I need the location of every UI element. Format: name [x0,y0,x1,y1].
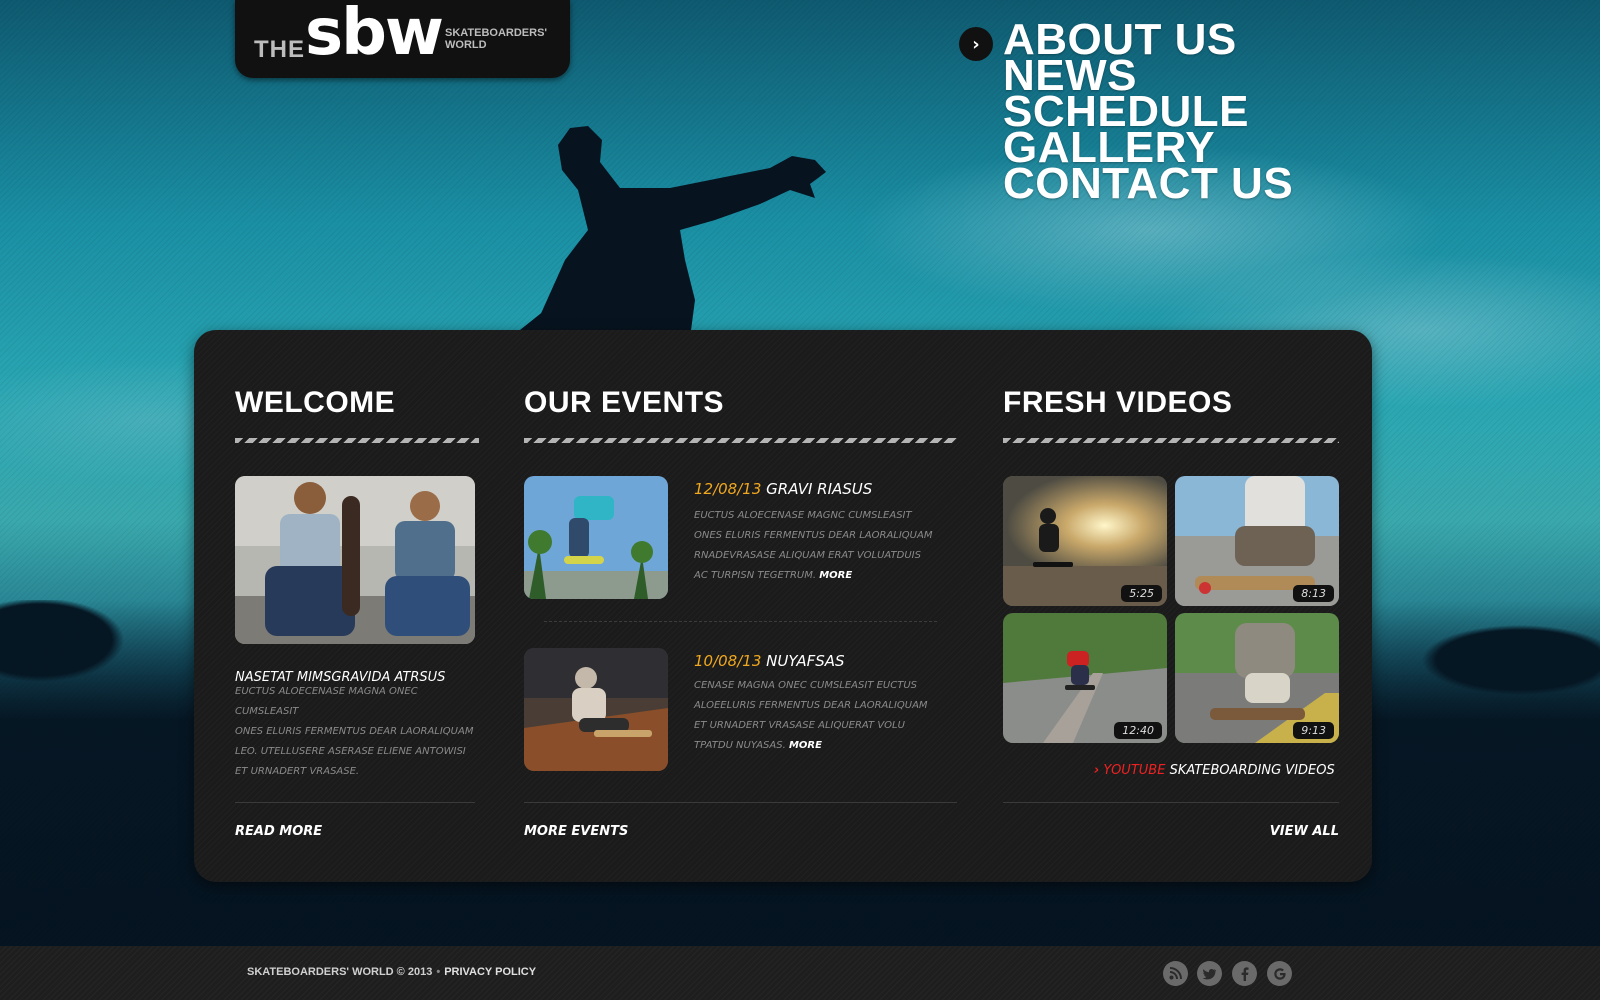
welcome-photo [235,476,475,644]
event-2-text-line: TPATDU NUYASAS. MORE [694,736,954,756]
youtube-label: YOUTUBE [1103,763,1166,778]
event-2-image[interactable] [524,648,668,771]
welcome-title: WELCOME [235,386,396,419]
welcome-text-line: EUCTUS ALOECENASE MAGNA ONEC CUMSLEASIT [235,686,418,717]
video-thumb-2[interactable]: 8:13 [1175,476,1339,606]
event-2-more-link[interactable]: MORE [789,740,822,751]
events-stripe-divider [524,438,957,443]
twitter-icon[interactable] [1197,961,1222,986]
event-1-image[interactable] [524,476,668,599]
videos-stripe-divider [1003,438,1339,443]
welcome-divider [235,802,475,803]
event-2-photo [524,648,668,771]
chevron-right-icon: › [959,27,993,61]
event-1-text: EUCTUS ALOECENASE MAGNC CUMSLEASIT ONES … [694,506,954,586]
video-thumb-1[interactable]: 5:25 [1003,476,1167,606]
event-2-name: NUYAFSAS [766,652,845,670]
event-1-more-link[interactable]: MORE [819,570,852,581]
more-events-link[interactable]: MORE EVENTS [524,824,628,839]
event-2-title[interactable]: 10/08/13 NUYAFSAS [694,652,845,670]
nav-item-contact-us[interactable]: CONTACT US [1003,162,1293,206]
welcome-text: EUCTUS ALOECENASE MAGNA ONEC CUMSLEASIT … [235,682,480,782]
event-1-text-line: EUCTUS ALOECENASE MAGNC CUMSLEASIT [694,510,912,521]
video-duration: 5:25 [1121,585,1162,602]
videos-title: FRESH VIDEOS [1003,386,1233,419]
event-2-date: 10/08/13 [694,652,762,670]
video-duration: 12:40 [1114,722,1162,739]
event-1-text-last: AC TURPISN TEGETRUM. [694,570,817,581]
event-1-name: GRAVI RIASUS [766,480,873,498]
footer-separator: • [436,966,441,978]
event-separator [544,621,937,622]
event-1-text-line: ONES ELURIS FERMENTUS DEAR LAORALIQUAM [694,530,933,541]
video-duration: 9:13 [1293,722,1334,739]
content-panel: WELCOME NASETAT MIMSGRAVIDA ATRSUS EUCTU… [194,330,1372,882]
privacy-policy-link[interactable]: PRIVACY POLICY [444,966,536,978]
logo-tagline-line1: SKATEBOARDERS' [445,27,548,39]
welcome-image[interactable] [235,476,475,644]
copyright-text: SKATEBOARDERS' WORLD © 2013 [247,966,433,978]
event-2-text-line: CENASE MAGNA ONEC CUMSLEASIT EUCTUS [694,680,918,691]
youtube-link-text: SKATEBOARDING VIDEOS [1169,763,1335,778]
logo-sbw: sbw [305,0,444,70]
footer: SKATEBOARDERS' WORLD © 2013 • PRIVACY POLI… [0,946,1600,1000]
welcome-text-line: ONES ELURIS FERMENTUS DEAR LAORALIQUAM [235,726,474,737]
youtube-link[interactable]: › YOUTUBE SKATEBOARDING VIDEOS [1094,763,1335,778]
videos-divider [1003,802,1339,803]
site-logo[interactable]: THE sbw SKATEBOARDERS' WORLD [235,0,570,78]
welcome-text-line: ET URNADERT VRASASE. [235,766,360,777]
event-1-title[interactable]: 12/08/13 GRAVI RIASUS [694,480,872,498]
view-all-link[interactable]: VIEW ALL [1270,824,1339,839]
event-1-text-line: AC TURPISN TEGETRUM. MORE [694,566,954,586]
event-2-text-last: TPATDU NUYASAS. [694,740,786,751]
welcome-text-line: LEO. UTELLUSERE ASERASE ELIENE ANTOWISI [235,746,466,757]
events-divider [524,802,957,803]
event-1-date: 12/08/13 [694,480,762,498]
welcome-stripe-divider [235,438,479,443]
logo-tagline-line2: WORLD [445,39,487,51]
video-duration: 8:13 [1293,585,1334,602]
facebook-icon[interactable] [1232,961,1257,986]
read-more-link[interactable]: READ MORE [235,824,322,839]
main-nav: ABOUT US NEWS SCHEDULE GALLERY CONTACT U… [1003,18,1293,206]
rss-icon[interactable] [1163,961,1188,986]
event-2-text: CENASE MAGNA ONEC CUMSLEASIT EUCTUS ALOE… [694,676,954,756]
video-thumb-3[interactable]: 12:40 [1003,613,1167,743]
event-1-photo [524,476,668,599]
event-2-text-line: ALOEELURIS FERMENTUS DEAR LAORALIQUAM [694,700,928,711]
event-2-text-line: ET URNADERT VRASASE ALIQUERAT VOLU [694,720,905,731]
logo-the: THE [254,36,305,63]
chevron-right-icon: › [1094,763,1100,778]
footer-copyright: SKATEBOARDERS' WORLD © 2013 • PRIVACY POLI… [247,966,536,978]
event-1-text-line: RNADEVRASASE ALIQUAM ERAT VOLUATDUIS [694,550,921,561]
events-title: OUR EVENTS [524,386,725,419]
video-thumb-4[interactable]: 9:13 [1175,613,1339,743]
google-icon[interactable] [1267,961,1292,986]
logo-tagline: SKATEBOARDERS' WORLD [445,27,565,51]
